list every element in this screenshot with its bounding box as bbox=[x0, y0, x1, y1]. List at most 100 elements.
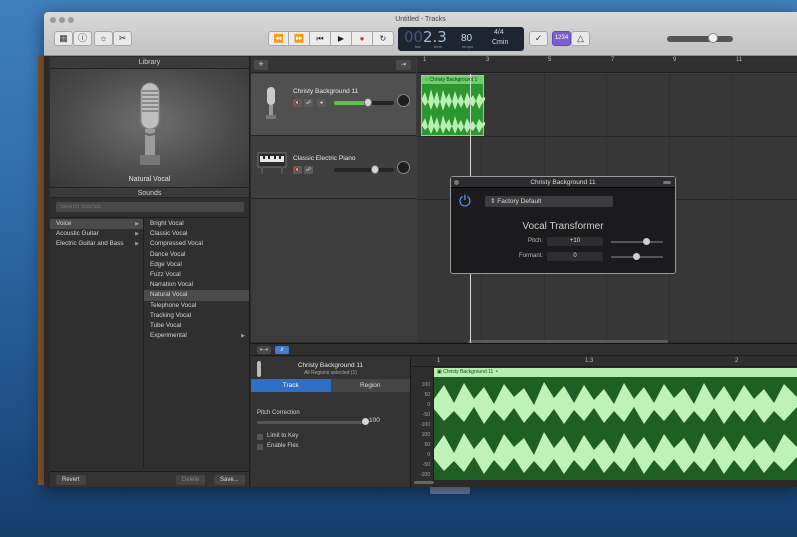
timeline-ruler[interactable]: 1 3 5 7 9 11 bbox=[417, 57, 797, 73]
chevron-right-icon: ▶ bbox=[135, 231, 139, 238]
mute-button[interactable]: 🔇 bbox=[293, 166, 302, 174]
patch-item[interactable]: Natural Vocal bbox=[144, 290, 249, 301]
enable-flex-checkbox[interactable] bbox=[257, 444, 263, 450]
patch-item[interactable]: Tracking Vocal bbox=[144, 311, 249, 321]
lcd-display[interactable]: 00 2.3 bar beat 80 tempo 4/4 Cmin bbox=[398, 27, 524, 51]
editors-button[interactable]: ✂ bbox=[113, 31, 132, 46]
patch-item[interactable]: Dance Vocal bbox=[144, 250, 249, 260]
track-header[interactable]: Classic Electric Piano 🔇 ☍ bbox=[251, 137, 416, 199]
solo-button[interactable]: ☍ bbox=[304, 166, 313, 174]
mute-button[interactable]: 🔇 bbox=[293, 99, 302, 107]
record-enable-button[interactable]: ● bbox=[317, 99, 326, 107]
patch-item[interactable]: Compressed Vocal bbox=[144, 239, 249, 249]
tuner-button[interactable]: ✓ bbox=[529, 31, 548, 46]
pitch-slider[interactable] bbox=[611, 241, 663, 243]
patch-item[interactable]: Narration Vocal bbox=[144, 280, 249, 290]
catch-playhead-button[interactable]: ⇥ bbox=[396, 60, 411, 70]
editor-inspector: Christy Background 11 All Regions select… bbox=[251, 357, 411, 487]
master-volume-slider[interactable] bbox=[667, 36, 733, 42]
plugin-collapse-button[interactable] bbox=[663, 181, 671, 184]
category-item[interactable]: Voice ▶ bbox=[50, 219, 143, 230]
quick-help-button[interactable]: ⓘ bbox=[73, 31, 92, 46]
category-item[interactable]: Electric Guitar and Bass ▶ bbox=[50, 239, 143, 249]
master-volume-knob[interactable] bbox=[708, 33, 718, 43]
limit-to-key-checkbox[interactable] bbox=[257, 434, 263, 440]
track-volume-slider[interactable] bbox=[334, 168, 394, 172]
formant-slider-knob[interactable] bbox=[633, 253, 640, 260]
pitch-label: Pitch: bbox=[527, 238, 543, 244]
lcd-menu-chevron-icon[interactable]: ⌄ bbox=[518, 34, 523, 41]
editor-scrollbar[interactable] bbox=[414, 481, 434, 484]
cycle-button[interactable]: ↻ bbox=[373, 31, 394, 46]
editor-snap-button[interactable]: ⇤⇥ bbox=[257, 346, 271, 354]
track-name[interactable]: Classic Electric Piano bbox=[293, 155, 356, 162]
delete-button[interactable]: Delete bbox=[176, 475, 206, 485]
preset-dropdown[interactable]: ⇕ Factory Default bbox=[485, 196, 613, 207]
patch-item[interactable]: Telephone Vocal bbox=[144, 301, 249, 311]
revert-button[interactable]: Revert bbox=[56, 475, 86, 485]
pitch-correction-knob[interactable] bbox=[362, 418, 369, 425]
pitch-slider-knob[interactable] bbox=[643, 238, 650, 245]
pitch-correction-slider[interactable] bbox=[257, 421, 365, 424]
formant-value-field[interactable]: 0 bbox=[547, 252, 603, 261]
editor-waveform-area[interactable]: 1 1.3 2 100 50 0 -50 -100 100 50 0 -50 -… bbox=[412, 357, 797, 487]
chevron-right-icon: ▶ bbox=[241, 333, 245, 340]
patch-item[interactable]: Experimental ▶ bbox=[144, 331, 249, 341]
editor-tabs: Track Region bbox=[251, 379, 410, 392]
ruler-number: 7 bbox=[611, 57, 615, 63]
lcd-tempo-label: tempo bbox=[462, 44, 474, 49]
patch-item[interactable]: Classic Vocal bbox=[144, 229, 249, 239]
smart-controls-button[interactable]: ☼ bbox=[94, 31, 113, 46]
track-volume-level bbox=[334, 101, 368, 105]
editor-audio-region[interactable]: ▣ Christy Background 11 ⚬ bbox=[434, 368, 797, 480]
tab-track[interactable]: Track bbox=[251, 379, 331, 392]
pan-knob[interactable] bbox=[397, 161, 410, 174]
play-button[interactable]: ▶ bbox=[331, 31, 352, 46]
editor-flex-button[interactable]: ⇵ bbox=[275, 346, 289, 354]
editor-toolbar: ⇤⇥ ⇵ bbox=[251, 344, 797, 356]
track-header[interactable]: Christy Background 11 🔇 ☍ ● bbox=[251, 74, 416, 136]
go-to-beginning-button[interactable]: ⏮ bbox=[310, 31, 331, 46]
audio-region[interactable]: ○ Christy Background 1 bbox=[421, 75, 485, 136]
ruler-number: 1.3 bbox=[585, 358, 594, 364]
window-title: Untitled - Tracks bbox=[395, 16, 446, 23]
plugin-close-button[interactable] bbox=[454, 180, 459, 185]
patch-item[interactable]: Tube Vocal bbox=[144, 321, 249, 331]
track-volume-knob[interactable] bbox=[364, 98, 372, 107]
save-button[interactable]: Save... bbox=[214, 475, 245, 485]
patch-column: Bright Vocal Classic Vocal Compressed Vo… bbox=[144, 218, 249, 467]
track-volume-knob[interactable] bbox=[371, 165, 379, 174]
editor-region-name: ▣ Christy Background 11 ⚬ bbox=[434, 368, 797, 377]
patch-item[interactable]: Edge Vocal bbox=[144, 260, 249, 270]
solo-button[interactable]: ☍ bbox=[304, 99, 313, 107]
chevron-right-icon: ▶ bbox=[135, 241, 139, 248]
metronome-icon: △ bbox=[577, 33, 584, 43]
ruler-number: 1 bbox=[437, 358, 441, 364]
editor-ruler[interactable]: 1 1.3 2 bbox=[412, 357, 797, 367]
pitch-correction-label: Pitch Correction bbox=[257, 410, 300, 416]
limit-to-key-label: Limit to Key bbox=[267, 433, 299, 439]
patch-item[interactable]: Fuzz Vocal bbox=[144, 270, 249, 280]
record-button[interactable]: ● bbox=[352, 31, 373, 46]
track-header-toolbar: + ⇥ bbox=[251, 57, 416, 73]
count-in-button[interactable]: 1234 bbox=[552, 31, 571, 46]
chevron-right-icon: ▶ bbox=[135, 221, 139, 227]
category-item[interactable]: Acoustic Guitar ▶ bbox=[50, 229, 143, 239]
tab-region[interactable]: Region bbox=[330, 379, 410, 392]
amplitude-scale: 100 50 0 -50 -100 100 50 0 -50 -100 bbox=[412, 367, 434, 487]
rewind-button[interactable]: ⏪ bbox=[268, 31, 289, 46]
track-name[interactable]: Christy Background 11 bbox=[293, 88, 358, 95]
metronome-button[interactable]: △ bbox=[571, 31, 590, 46]
garageband-window: Untitled - Tracks ▦ ⓘ ☼ ✂ ⏪ ⏩ ⏮ ▶ ● ↻ 00… bbox=[44, 12, 797, 487]
patch-item[interactable]: Bright Vocal bbox=[144, 219, 249, 229]
patch-image: Natural Vocal bbox=[50, 69, 249, 187]
pitch-value-field[interactable]: +10 bbox=[547, 237, 603, 246]
add-track-button[interactable]: + bbox=[254, 60, 268, 70]
pan-knob[interactable] bbox=[397, 94, 410, 107]
fast-forward-button[interactable]: ⏩ bbox=[289, 31, 310, 46]
search-sounds-input[interactable] bbox=[56, 202, 244, 212]
plugin-name: Vocal Transformer bbox=[522, 221, 604, 232]
library-button[interactable]: ▦ bbox=[54, 31, 73, 46]
power-icon[interactable]: ⏻ bbox=[459, 193, 476, 210]
microphone-icon bbox=[135, 82, 165, 165]
